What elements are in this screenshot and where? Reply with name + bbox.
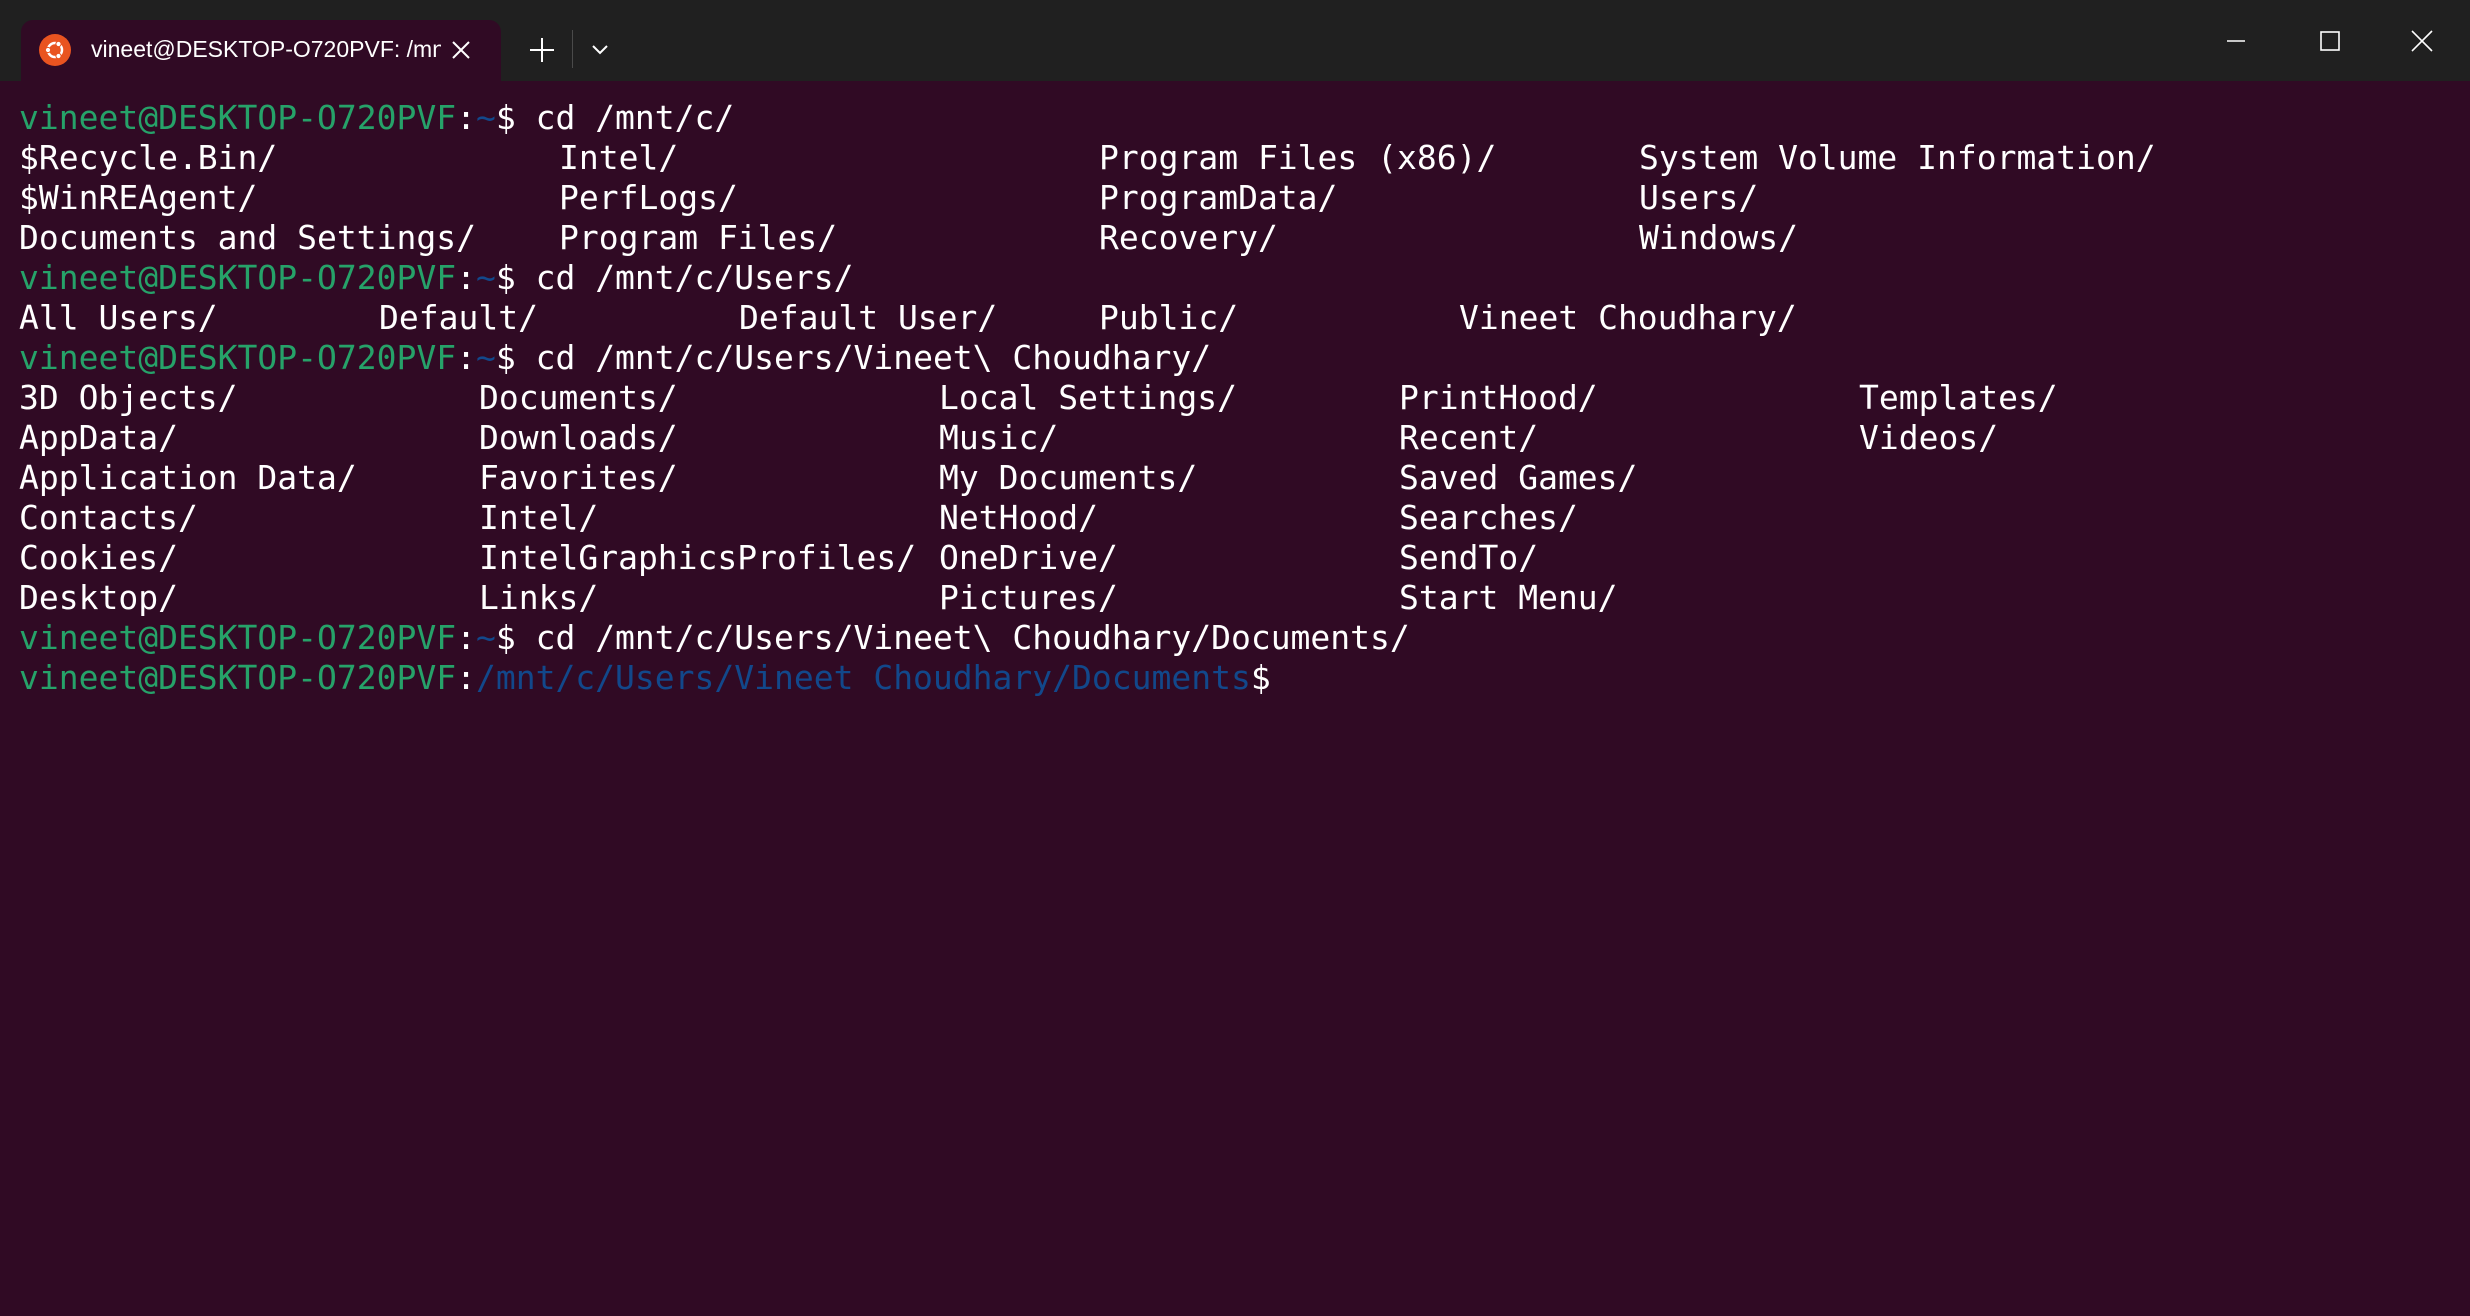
directory-entry: Program Files/ bbox=[559, 218, 838, 257]
directory-entry: Users/ bbox=[1639, 178, 1759, 217]
prompt-path: ~ bbox=[475, 338, 496, 377]
command-text: cd /mnt/c/Users/Vineet\ Choudhary/Docume… bbox=[515, 618, 1410, 657]
command-text: cd /mnt/c/ bbox=[515, 98, 735, 137]
chevron-down-icon[interactable] bbox=[580, 28, 620, 72]
prompt-user: vineet@DESKTOP-O720PVF bbox=[19, 658, 457, 697]
prompt-user: vineet@DESKTOP-O720PVF bbox=[19, 258, 457, 297]
listing-row: AppData/Downloads/Music/Recent/Videos/ bbox=[19, 418, 2419, 458]
command-text: cd /mnt/c/Users/ bbox=[515, 258, 854, 297]
prompt-dollar: $ bbox=[495, 258, 516, 297]
directory-entry: Recovery/ bbox=[1099, 218, 1278, 257]
title-bar[interactable]: vineet@DESKTOP-O720PVF: /mnt/c/Users/Vin… bbox=[0, 0, 2470, 81]
listing-row: $WinREAgent/PerfLogs/ProgramData/Users/ bbox=[19, 178, 2419, 218]
listing-row: Documents and Settings/Program Files/Rec… bbox=[19, 218, 2419, 258]
prompt-colon: : bbox=[456, 258, 476, 297]
directory-entry: Documents and Settings/ bbox=[19, 218, 476, 257]
plus-icon[interactable] bbox=[520, 28, 564, 72]
prompt-path: ~ bbox=[475, 258, 496, 297]
directory-entry: OneDrive/ bbox=[939, 538, 1118, 577]
directory-entry: Pictures/ bbox=[939, 578, 1118, 617]
prompt-dollar: $ bbox=[495, 618, 516, 657]
directory-entry: Intel/ bbox=[559, 138, 679, 177]
directory-entry: Saved Games/ bbox=[1399, 458, 1638, 497]
directory-entry: Videos/ bbox=[1859, 418, 1999, 457]
prompt-user: vineet@DESKTOP-O720PVF bbox=[19, 618, 457, 657]
prompt-path: /mnt/c/Users/Vineet Choudhary/Documents bbox=[475, 658, 1251, 697]
directory-entry: Program Files (x86)/ bbox=[1099, 138, 1497, 177]
listing-row: $Recycle.Bin/Intel/Program Files (x86)/ S… bbox=[19, 138, 2419, 178]
prompt-colon: : bbox=[456, 658, 476, 697]
directory-entry: My Documents/ bbox=[939, 458, 1198, 497]
listing-row: Desktop/Links/Pictures/Start Menu/ bbox=[19, 578, 2419, 618]
prompt-path: ~ bbox=[475, 618, 496, 657]
directory-entry: 3D Objects/ bbox=[19, 378, 238, 417]
directory-entry: NetHood/ bbox=[939, 498, 1098, 537]
ubuntu-icon bbox=[39, 34, 71, 66]
prompt-user: vineet@DESKTOP-O720PVF bbox=[19, 98, 457, 137]
prompt-colon: : bbox=[456, 338, 476, 377]
prompt-colon: : bbox=[456, 618, 476, 657]
directory-entry: Public/ bbox=[1099, 298, 1239, 337]
listing-row: 3D Objects/Documents/Local Settings/Prin… bbox=[19, 378, 2419, 418]
directory-entry: Start Menu/ bbox=[1399, 578, 1618, 617]
directory-entry: Documents/ bbox=[479, 378, 678, 417]
directory-entry: SendTo/ bbox=[1399, 538, 1539, 577]
close-icon[interactable] bbox=[2376, 0, 2468, 81]
listing-row: Contacts/Intel/NetHood/Searches/ bbox=[19, 498, 2419, 538]
prompt-user: vineet@DESKTOP-O720PVF bbox=[19, 338, 457, 377]
directory-entry: IntelGraphicsProfiles/ bbox=[479, 538, 917, 577]
directory-entry: Local Settings/ bbox=[939, 378, 1238, 417]
listing-row: Cookies/IntelGraphicsProfiles/OneDrive/S… bbox=[19, 538, 2419, 578]
directory-entry: Favorites/ bbox=[479, 458, 678, 497]
directory-entry: Intel/ bbox=[479, 498, 599, 537]
directory-entry: $WinREAgent/ bbox=[19, 178, 258, 217]
prompt-dollar: $ bbox=[495, 98, 516, 137]
listing-row: All Users/Default/Default User/Public/Vi… bbox=[19, 298, 2419, 338]
directory-entry: Cookies/ bbox=[19, 538, 178, 577]
prompt-dollar: $ bbox=[1250, 658, 1271, 697]
directory-entry: Default/ bbox=[379, 298, 538, 337]
directory-entry: PrintHood/ bbox=[1399, 378, 1598, 417]
prompt-line: vineet@DESKTOP-O720PVF:/mnt/c/Users/Vine… bbox=[19, 658, 1271, 698]
directory-entry: Links/ bbox=[479, 578, 599, 617]
prompt-line: vineet@DESKTOP-O720PVF:~$ cd /mnt/c/User… bbox=[19, 338, 1211, 378]
directory-entry: AppData/ bbox=[19, 418, 178, 457]
directory-entry: ProgramData/ bbox=[1099, 178, 1338, 217]
directory-entry: Recent/ bbox=[1399, 418, 1539, 457]
directory-entry: PerfLogs/ bbox=[559, 178, 738, 217]
directory-entry: All Users/ bbox=[19, 298, 218, 337]
directory-entry: Application Data/ bbox=[19, 458, 357, 497]
terminal-output[interactable]: vineet@DESKTOP-O720PVF:~$ cd /mnt/c/$Rec… bbox=[0, 81, 2470, 1316]
terminal-tab[interactable]: vineet@DESKTOP-O720PVF: /mnt/c/Users/Vin… bbox=[21, 20, 501, 81]
prompt-line: vineet@DESKTOP-O720PVF:~$ cd /mnt/c/User… bbox=[19, 618, 1410, 658]
directory-entry: Contacts/ bbox=[19, 498, 198, 537]
directory-entry: $Recycle.Bin/ bbox=[19, 138, 278, 177]
prompt-line: vineet@DESKTOP-O720PVF:~$ cd /mnt/c/User… bbox=[19, 258, 853, 298]
directory-entry: System Volume Information/ bbox=[1639, 138, 2156, 177]
directory-entry: Windows/ bbox=[1639, 218, 1798, 257]
directory-entry: Music/ bbox=[939, 418, 1059, 457]
maximize-icon[interactable] bbox=[2284, 0, 2376, 81]
directory-entry: Downloads/ bbox=[479, 418, 678, 457]
prompt-path: ~ bbox=[475, 98, 496, 137]
directory-entry: Desktop/ bbox=[19, 578, 178, 617]
prompt-colon: : bbox=[456, 98, 476, 137]
command-text: cd /mnt/c/Users/Vineet\ Choudhary/ bbox=[515, 338, 1212, 377]
tab-separator bbox=[572, 30, 573, 68]
directory-entry: Templates/ bbox=[1859, 378, 2058, 417]
prompt-line: vineet@DESKTOP-O720PVF:~$ cd /mnt/c/ bbox=[19, 98, 734, 138]
listing-row: Application Data/Favorites/My Documents/… bbox=[19, 458, 2419, 498]
terminal-window: vineet@DESKTOP-O720PVF: /mnt/c/Users/Vin… bbox=[0, 0, 2470, 1316]
minimize-icon[interactable] bbox=[2190, 0, 2282, 81]
prompt-dollar: $ bbox=[495, 338, 516, 377]
directory-entry: Default User/ bbox=[739, 298, 998, 337]
tab-title: vineet@DESKTOP-O720PVF: /mnt/c/Users/Vin… bbox=[91, 36, 441, 62]
directory-entry: Searches/ bbox=[1399, 498, 1578, 537]
directory-entry: Vineet Choudhary/ bbox=[1459, 298, 1797, 337]
tab-close-icon[interactable] bbox=[443, 32, 479, 68]
